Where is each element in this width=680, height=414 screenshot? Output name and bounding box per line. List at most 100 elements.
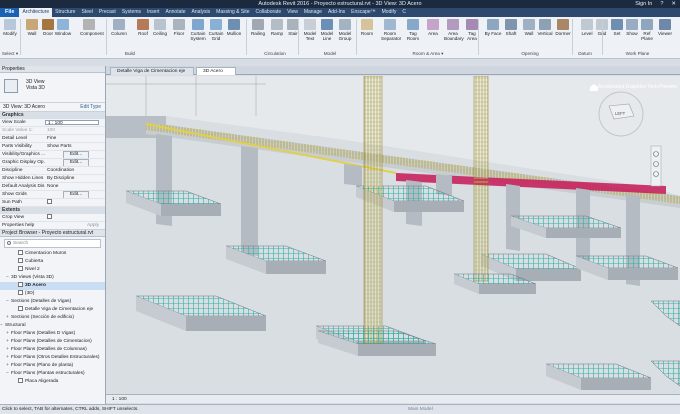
menu-tab[interactable]: Modify [379, 8, 400, 17]
ribbon-button[interactable]: Room [358, 19, 376, 36]
ribbon-button[interactable]: Floor [170, 19, 188, 36]
rebar-column[interactable] [363, 76, 383, 345]
footing[interactable] [650, 360, 680, 387]
browser-item[interactable]: + Floor Plans (Detalles de Cimentacion) [0, 338, 105, 346]
property-value[interactable]: None [45, 183, 105, 190]
edit-button[interactable]: Edit... [62, 159, 90, 166]
ribbon-button[interactable]: Ref Plane [638, 19, 656, 41]
browser-item[interactable]: Placa Aligerada [0, 378, 105, 386]
menu-tab[interactable]: Collaborate [253, 8, 285, 17]
navigation-bar[interactable] [650, 145, 662, 187]
browser-search-input[interactable]: Search [4, 239, 101, 248]
menu-tab[interactable]: C [399, 8, 409, 17]
crop-view-checkbox[interactable] [47, 214, 52, 220]
ribbon-button[interactable]: Area Boundary [444, 19, 464, 41]
footing[interactable] [650, 300, 680, 327]
menu-tab[interactable]: Precast [96, 8, 119, 17]
menu-tab[interactable]: Architecture [19, 8, 53, 17]
browser-item[interactable]: + Floor Plans (Otros Detalles Estructural… [0, 354, 105, 362]
browser-item[interactable]: Detalle Viga de Cimentacion eje [0, 306, 105, 314]
footing[interactable] [135, 295, 267, 331]
sign-in-link[interactable]: Sign In [635, 0, 652, 8]
graphics-section[interactable]: Graphics [0, 112, 105, 119]
ribbon-button[interactable]: Shaft [502, 19, 520, 36]
ribbon-button[interactable]: Viewer [656, 19, 674, 36]
ribbon-button[interactable]: Room Separator [381, 19, 401, 41]
type-selector[interactable]: 3D View Vista 3D [0, 73, 105, 103]
menu-tab[interactable]: Systems [119, 8, 144, 17]
active-workset[interactable]: Main Model [408, 405, 433, 414]
edit-button[interactable]: Edit... [62, 151, 90, 158]
instance-selector[interactable]: 3D View: 3D Acero Edit Type [0, 103, 105, 112]
property-value[interactable]: Coordination [45, 167, 105, 174]
footing[interactable] [545, 363, 652, 390]
model-canvas[interactable]: Accelerated Graphics Tech Preview LEFT [106, 76, 680, 394]
menu-tab[interactable]: Massing & Site [213, 8, 252, 17]
browser-item[interactable]: + Floor Plans (Plano de planta) [0, 362, 105, 370]
close-icon[interactable]: ✕ [671, 0, 676, 8]
ribbon-button[interactable]: Tag Room [404, 19, 422, 41]
ribbon-button[interactable]: By Face [484, 19, 502, 36]
property-value[interactable]: Fine [45, 135, 105, 142]
ribbon-button[interactable]: Roof [134, 19, 152, 36]
edit-type-button[interactable]: Edit Type [80, 103, 101, 112]
menu-tab[interactable]: Steel [78, 8, 95, 17]
browser-item[interactable]: Cimentacion Muros [0, 250, 105, 258]
footing[interactable] [317, 328, 437, 356]
ribbon-panel-label[interactable]: Datum [570, 51, 600, 56]
menu-tab[interactable]: Analysis [189, 8, 214, 17]
ribbon-button[interactable]: Model Text [301, 19, 319, 41]
ribbon-button[interactable]: Curtain System [189, 19, 207, 41]
browser-item[interactable]: − Structural [0, 322, 105, 330]
ribbon-button[interactable]: Column [110, 19, 128, 36]
property-value[interactable]: 1 : 100 [45, 120, 99, 125]
ribbon-button[interactable]: Model Group [336, 19, 354, 41]
ribbon-button[interactable]: Stair [284, 19, 302, 36]
menu-tab[interactable]: Manage [301, 8, 325, 17]
browser-item[interactable]: −3D Views (Vista 3D) [0, 274, 105, 282]
browser-item[interactable]: − Floor Plans (Plantas estructurales) [0, 370, 105, 378]
view-tab[interactable]: Detalle Viga de Cimentacion eje A [110, 67, 194, 82]
view-scale-control[interactable]: 1 : 100 [112, 397, 127, 402]
ribbon-panel-label[interactable]: Work Plane [615, 51, 660, 56]
ribbon-panel-label[interactable]: Circulation [250, 51, 300, 56]
ribbon-panel-label[interactable]: Model [310, 51, 350, 56]
ribbon-panel-label[interactable]: Opening [510, 51, 550, 56]
footing[interactable] [510, 215, 622, 238]
menu-tab[interactable]: View [284, 8, 301, 17]
browser-item[interactable]: + Floor Plans (Detalles D Vigas) [0, 330, 105, 338]
extents-section[interactable]: Extents [0, 207, 105, 214]
ribbon-button[interactable]: Window [54, 19, 72, 36]
rebar-column[interactable] [473, 76, 489, 282]
ribbon-button[interactable]: Curtain Grid [207, 19, 225, 41]
property-value[interactable]: By Discipline [45, 175, 105, 182]
ribbon-button[interactable]: Dormer [554, 19, 572, 36]
menu-tab[interactable]: Structure [52, 8, 78, 17]
menu-tab[interactable]: Annotate [163, 8, 189, 17]
3d-viewport[interactable]: Accelerated Graphics Tech Preview LEFT [106, 76, 680, 394]
ribbon-panel-label[interactable]: Select ▾ [0, 51, 20, 57]
ribbon-panel-label[interactable]: Room & Area ▾ [398, 51, 458, 57]
ribbon-button[interactable]: Model Line [318, 19, 336, 41]
file-tab[interactable]: File [0, 8, 20, 17]
browser-item[interactable]: + Floor Plans (Detalles de Columnas) [0, 346, 105, 354]
ribbon-panel-label[interactable]: Build [110, 51, 150, 56]
ribbon-button[interactable]: Railing [249, 19, 267, 36]
properties-help-link[interactable]: Properties help [2, 223, 34, 228]
menu-tab[interactable]: Enscape™ [348, 8, 378, 17]
ribbon-button[interactable]: Vertical [536, 19, 554, 36]
browser-item[interactable]: Nivel 2 [0, 266, 105, 274]
sun-path-checkbox[interactable] [47, 199, 52, 205]
browser-item[interactable]: Cubierta [0, 258, 105, 266]
view-tab[interactable]: 3D Acero [196, 67, 236, 75]
browser-item[interactable]: − Sections (Detalles de Vigas) [0, 298, 105, 306]
ribbon-button[interactable]: Mullion [225, 19, 243, 36]
browser-item[interactable]: {3D} [0, 290, 105, 298]
ribbon-button[interactable]: Component [80, 19, 104, 36]
edit-button[interactable]: Edit... [62, 191, 90, 198]
footing[interactable] [575, 255, 679, 280]
property-value[interactable]: Show Parts [45, 143, 105, 150]
menu-tab[interactable]: Add-Ins [325, 8, 348, 17]
help-icon[interactable]: ? [660, 0, 663, 8]
browser-item[interactable]: 3D Acero [0, 282, 105, 290]
